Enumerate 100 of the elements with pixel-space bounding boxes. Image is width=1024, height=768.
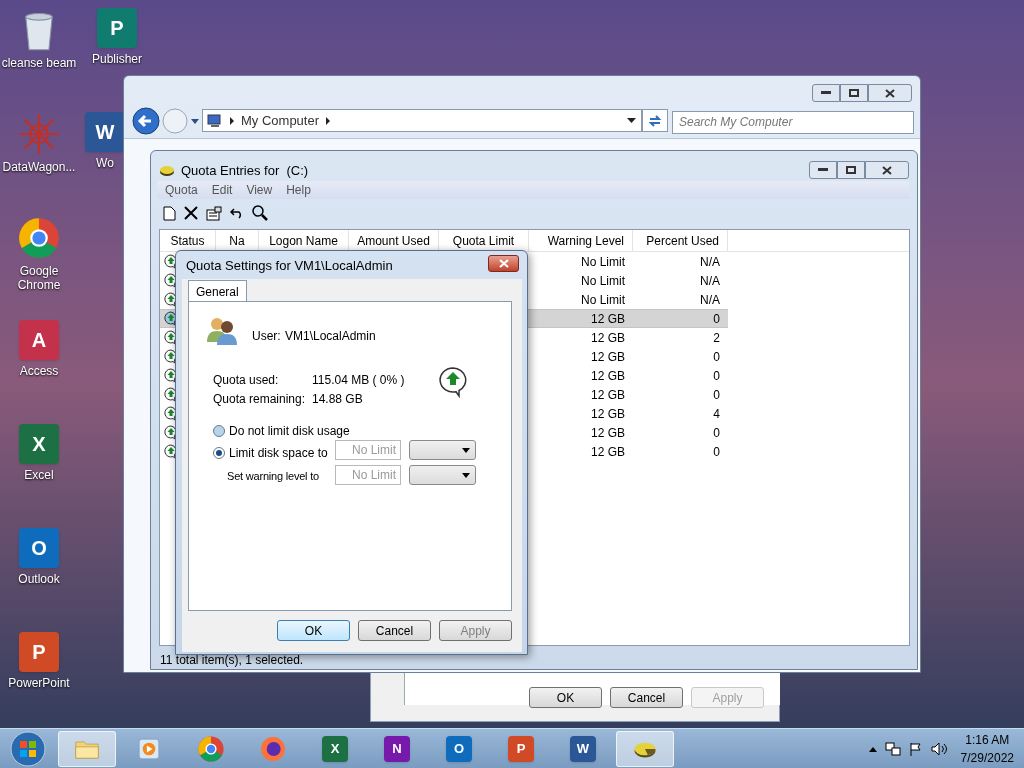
table-cell-text: 12 GB (590, 443, 625, 461)
user-label: User: (252, 328, 281, 345)
warning-level-label: Set warning level to (227, 469, 319, 484)
app-tile-icon[interactable]: O (446, 735, 472, 762)
status-bar-text: 11 total item(s), 1 selected. (160, 652, 304, 669)
new-document-icon[interactable] (163, 205, 176, 221)
radio-button[interactable] (213, 447, 225, 459)
table-cell-text: 12 GB (590, 405, 625, 423)
taskbar-button[interactable]: X (306, 730, 364, 767)
firefox-icon[interactable] (259, 734, 287, 763)
close-button[interactable] (865, 161, 909, 179)
network-icon[interactable] (884, 741, 901, 756)
dropdown-icon[interactable] (190, 117, 200, 125)
table-cell-text: 0 (713, 424, 720, 442)
search-field[interactable]: Search My Computer (672, 110, 914, 134)
minimize-icon (821, 91, 831, 95)
volume-icon[interactable] (930, 741, 947, 756)
desktop-icon-label[interactable]: Wo (96, 156, 114, 170)
radio-button[interactable] (213, 425, 225, 437)
close-icon (882, 165, 892, 175)
close-button[interactable] (868, 84, 912, 102)
desktop-icon-label[interactable]: Google Chrome (0, 264, 78, 292)
refresh-button[interactable] (642, 109, 668, 132)
desktop-icon-label[interactable]: DataWagon... (2, 160, 76, 174)
taskbar-button[interactable]: P (492, 730, 550, 767)
unit-dropdown[interactable] (409, 440, 476, 460)
back-icon[interactable] (132, 107, 160, 135)
quota-used-value: 115.04 MB ( 0% ) (312, 372, 405, 389)
desktop-icon-label[interactable]: cleanse beam (1, 56, 77, 70)
chevron-icon (325, 116, 332, 125)
app-tile-icon[interactable]: P (508, 735, 534, 762)
desktop-icon-label[interactable]: Outlook (18, 572, 60, 586)
dialog-title: Quota Settings for VM1\LocalAdmin (186, 257, 393, 275)
taskbar-button[interactable] (616, 730, 674, 767)
table-cell-text: No Limit (581, 272, 625, 290)
table-cell-text: N/A (700, 253, 720, 271)
maximize-button[interactable] (840, 84, 868, 102)
show-hidden-icons-icon[interactable] (868, 745, 877, 752)
dialog-button[interactable]: Cancel (610, 687, 683, 708)
maximize-icon (849, 89, 859, 97)
users-icon (206, 316, 238, 346)
dialog-button[interactable]: OK (277, 620, 350, 641)
minimize-button[interactable] (812, 84, 840, 102)
disk-icon (159, 164, 175, 177)
dropdown-icon (462, 447, 470, 453)
table-cell-text: 2 (713, 329, 720, 347)
delete-icon[interactable] (184, 206, 198, 220)
menu-item[interactable]: Edit (211, 181, 233, 199)
menu-item[interactable]: View (246, 181, 273, 199)
chrome-icon (17, 216, 61, 260)
table-cell-text: 0 (713, 386, 720, 404)
clock-date[interactable]: 7/29/2022 (960, 748, 1014, 767)
app-tile-icon[interactable]: W (570, 735, 596, 762)
maximize-button[interactable] (837, 161, 865, 179)
radio-label[interactable]: Do not limit disk usage (229, 422, 350, 440)
app-tile-icon: A (19, 320, 59, 360)
quota-remaining-label: Quota remaining: (213, 391, 306, 408)
table-cell-text: 12 GB (590, 310, 625, 328)
properties-icon[interactable] (206, 205, 222, 221)
taskbar-button[interactable]: W (554, 730, 612, 767)
taskbar-button[interactable]: O (430, 730, 488, 767)
table-cell-text: 0 (713, 310, 720, 328)
window-title: Quota Entries for (C:) (181, 162, 309, 180)
tab[interactable]: General (188, 280, 247, 302)
table-cell-text: 12 GB (590, 424, 625, 442)
app-tile-icon[interactable]: X (322, 735, 348, 762)
desktop-icon-label[interactable]: Excel (24, 468, 54, 482)
unit-dropdown[interactable] (409, 465, 476, 485)
dialog-button[interactable]: OK (529, 687, 602, 708)
radio-label[interactable]: Limit disk space to (229, 444, 328, 462)
menu-item[interactable]: Quota (165, 181, 198, 199)
close-button[interactable] (488, 255, 519, 272)
menu-item[interactable]: Help (286, 181, 311, 199)
undo-icon[interactable] (230, 207, 244, 219)
computer-icon (207, 113, 223, 128)
table-cell-text: 0 (713, 367, 720, 385)
desktop-icon-label[interactable]: PowerPoint (8, 676, 70, 690)
flag-icon[interactable] (908, 741, 923, 756)
dropdown-icon[interactable] (627, 117, 637, 124)
app-tile-icon: O (19, 528, 59, 568)
minimize-button[interactable] (809, 161, 837, 179)
app-tile-icon[interactable]: N (384, 735, 410, 762)
start-button-icon[interactable] (8, 729, 48, 768)
app-tile-icon: X (19, 424, 59, 464)
table-cell-text: 12 GB (590, 329, 625, 347)
table-cell-text: No Limit (581, 291, 625, 309)
app-tile-icon: W (85, 112, 125, 152)
address-bar[interactable]: My Computer (202, 109, 642, 132)
close-icon (885, 88, 895, 98)
desktop-icon-label[interactable]: Publisher (92, 52, 142, 66)
app-tile-icon: P (97, 8, 137, 48)
address-text: My Computer (241, 111, 320, 130)
clock-time[interactable]: 1:16 AM (965, 730, 1010, 749)
table-cell-text: 0 (713, 443, 720, 461)
burst-icon (17, 112, 61, 156)
search-icon[interactable] (252, 205, 268, 221)
chrome-icon (197, 734, 225, 763)
taskbar-button[interactable]: N (368, 730, 426, 767)
desktop-icon-label[interactable]: Access (19, 364, 59, 378)
dialog-button[interactable]: Cancel (358, 620, 431, 641)
